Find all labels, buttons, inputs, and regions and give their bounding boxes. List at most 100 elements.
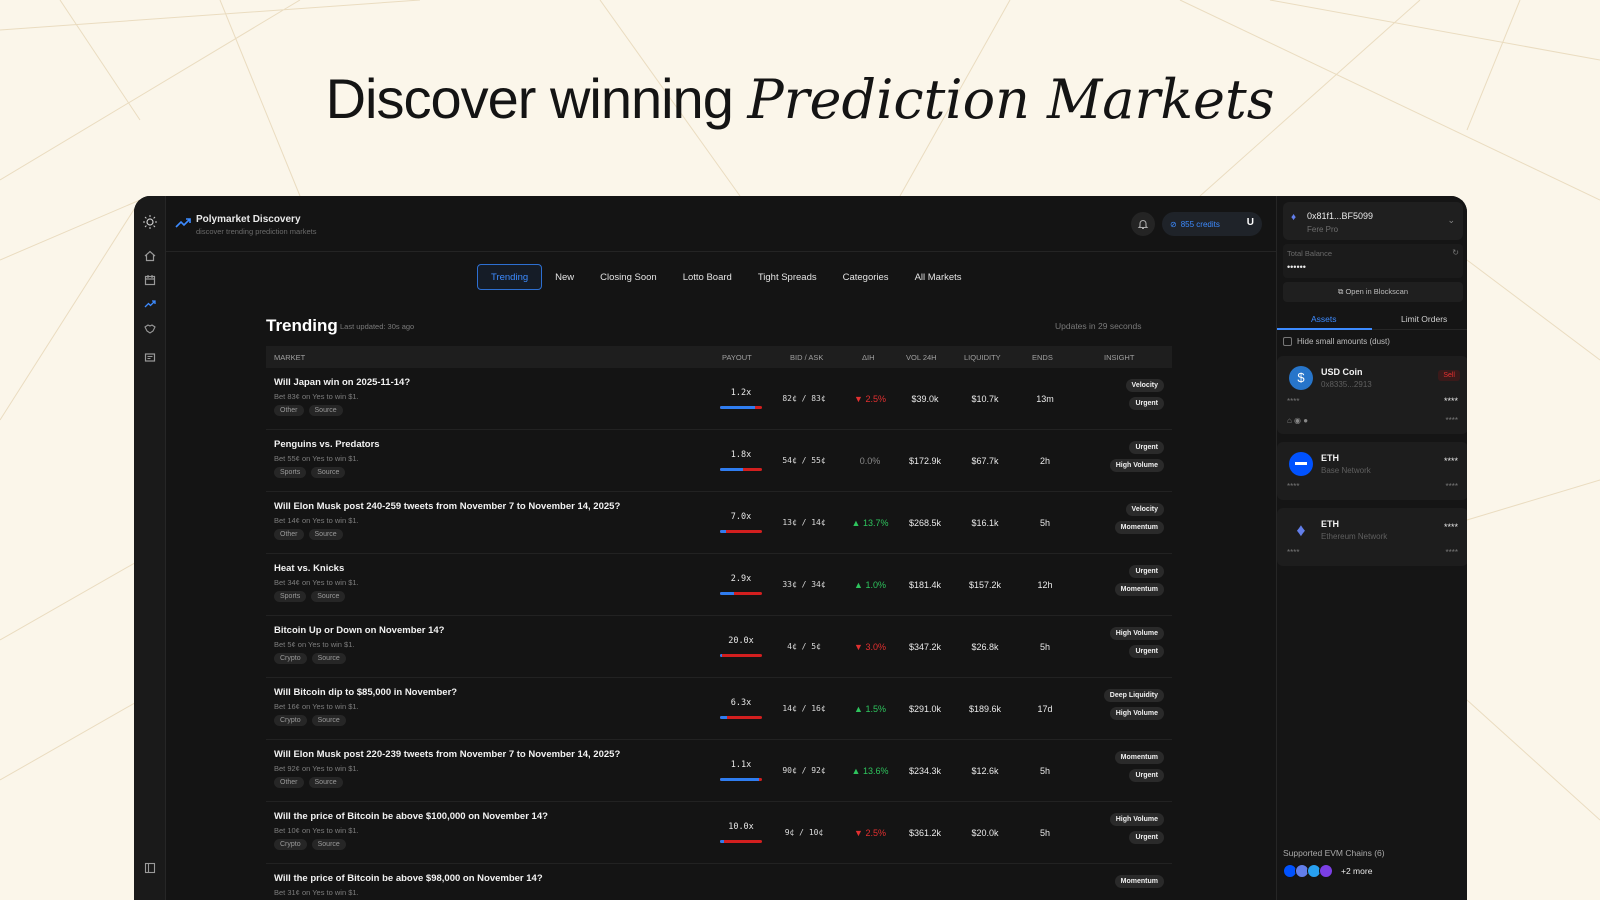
tag-list: Sports Source <box>274 591 346 602</box>
tab-assets[interactable]: Assets <box>1311 314 1337 324</box>
notifications-button[interactable] <box>1131 212 1155 236</box>
open-blockscan-button[interactable]: ⧉ Open in Blockscan <box>1283 282 1463 302</box>
market-question[interactable]: Will Japan win on 2025-11-14? <box>274 377 410 388</box>
payout-bar-fill <box>720 716 727 719</box>
table-row[interactable]: Will Japan win on 2025-11-14? Bet 83¢ on … <box>266 368 1172 430</box>
hide-dust-label: Hide small amounts (dust) <box>1297 337 1390 346</box>
tag[interactable]: Source <box>311 839 346 850</box>
tag[interactable]: Other <box>274 405 304 416</box>
wallet-tabs: Assets Limit Orders <box>1277 308 1467 330</box>
bid-ask: 90¢ / 92¢ <box>782 766 826 775</box>
tab-trending[interactable]: Trending <box>477 264 543 290</box>
bid-ask: 54¢ / 55¢ <box>782 456 826 465</box>
tag[interactable]: Source <box>311 467 346 478</box>
ends-in: 5h <box>1039 766 1050 776</box>
insight-badges: Velocity Urgent <box>1125 379 1164 410</box>
table-row[interactable]: Penguins vs. Predators Bet 55¢ on Yes to … <box>266 430 1172 492</box>
tag[interactable]: Source <box>311 653 346 664</box>
asset-network: Base Network <box>1321 466 1371 475</box>
sidebar-toggle-icon[interactable] <box>142 860 158 876</box>
insight-badge: Urgent <box>1129 565 1164 578</box>
home-icon[interactable] <box>142 248 158 264</box>
tag[interactable]: Source <box>311 715 346 726</box>
chat-icon[interactable] <box>142 350 158 366</box>
user-avatar[interactable]: U <box>1247 217 1254 228</box>
col-ends[interactable]: ENDS <box>1032 353 1053 362</box>
asset-left-value: **** <box>1287 397 1300 406</box>
asset-right-value: **** <box>1445 482 1458 491</box>
ends-in: 2h <box>1039 456 1050 466</box>
tag[interactable]: Source <box>308 405 343 416</box>
hide-dust-toggle[interactable]: Hide small amounts (dust) <box>1283 337 1390 346</box>
col-liquidity[interactable]: LIQUIDITY <box>964 353 1001 362</box>
market-question[interactable]: Will the price of Bitcoin be above $100,… <box>274 811 548 822</box>
bet-hint: Bet 31¢ on Yes to win $1. <box>274 888 359 897</box>
col-payout[interactable]: PAYOUT <box>722 353 752 362</box>
table-header: MARKET PAYOUT BID / ASK ΔIH VOL 24H LIQU… <box>266 346 1172 368</box>
tag[interactable]: Sports <box>274 467 307 478</box>
table-row[interactable]: Will the price of Bitcoin be above $98,0… <box>266 864 1172 900</box>
tag[interactable]: Other <box>274 529 304 540</box>
tag[interactable]: Crypto <box>274 653 307 664</box>
volume-24h: $172.9k <box>908 456 942 466</box>
payout-value: 10.0x <box>728 822 754 832</box>
checkbox[interactable] <box>1283 337 1292 346</box>
wallet-selector[interactable]: ♦ 0x81f1...BF5099 Fere Pro ⌄ <box>1283 202 1463 240</box>
calendar-icon[interactable] <box>142 272 158 288</box>
trending-icon[interactable] <box>142 296 158 312</box>
asset-address: 0x8335...2913 <box>1321 380 1372 389</box>
credits-pill[interactable]: ⊘ 855 credits U <box>1162 212 1262 236</box>
chain-icons-row[interactable]: +2 more <box>1283 864 1372 878</box>
insight-badge: Momentum <box>1114 751 1164 764</box>
market-question[interactable]: Penguins vs. Predators <box>274 439 380 450</box>
tag[interactable]: Crypto <box>274 839 307 850</box>
col-delta[interactable]: ΔIH <box>862 353 875 362</box>
sun-logo-icon[interactable] <box>142 214 158 230</box>
asset-card-eth-base[interactable]: ETH Base Network **** **** **** <box>1277 442 1467 500</box>
table-row[interactable]: Will Elon Musk post 240-259 tweets from … <box>266 492 1172 554</box>
ends-in: 5h <box>1039 518 1050 528</box>
table-row[interactable]: Will Bitcoin dip to $85,000 in November?… <box>266 678 1172 740</box>
tab-all-markets[interactable]: All Markets <box>902 264 975 290</box>
more-chains[interactable]: +2 more <box>1341 866 1372 876</box>
tab-limit-orders[interactable]: Limit Orders <box>1401 314 1447 324</box>
table-row[interactable]: Bitcoin Up or Down on November 14? Bet 5¢… <box>266 616 1172 678</box>
market-question[interactable]: Will the price of Bitcoin be above $98,0… <box>274 873 543 884</box>
asset-name: ETH <box>1321 519 1339 529</box>
table-row[interactable]: Will the price of Bitcoin be above $100,… <box>266 802 1172 864</box>
tab-categories[interactable]: Categories <box>830 264 902 290</box>
col-market[interactable]: MARKET <box>274 353 305 362</box>
market-question[interactable]: Will Elon Musk post 220-239 tweets from … <box>274 749 620 760</box>
market-question[interactable]: Bitcoin Up or Down on November 14? <box>274 625 445 636</box>
market-question[interactable]: Will Elon Musk post 240-259 tweets from … <box>274 501 620 512</box>
tag[interactable]: Source <box>308 777 343 788</box>
asset-card-eth-mainnet[interactable]: ♦ ETH Ethereum Network **** **** **** <box>1277 508 1467 566</box>
col-bid-ask[interactable]: BID / ASK <box>790 353 823 362</box>
tag[interactable]: Sports <box>274 591 307 602</box>
sell-button[interactable]: Sell <box>1438 370 1460 381</box>
table-row[interactable]: Will Elon Musk post 220-239 tweets from … <box>266 740 1172 802</box>
tag[interactable]: Other <box>274 777 304 788</box>
tag[interactable]: Source <box>308 529 343 540</box>
asset-card-usdc[interactable]: $ USD Coin 0x8335...2913 Sell **** **** … <box>1277 356 1467 434</box>
ethereum-icon: ♦ <box>1296 520 1306 540</box>
market-question[interactable]: Heat vs. Knicks <box>274 563 344 574</box>
col-vol[interactable]: VOL 24H <box>906 353 937 362</box>
col-insight[interactable]: INSIGHT <box>1104 353 1134 362</box>
tab-new[interactable]: New <box>542 264 587 290</box>
bet-hint: Bet 83¢ on Yes to win $1. <box>274 392 359 401</box>
tag[interactable]: Source <box>311 591 346 602</box>
insight-badge: Urgent <box>1129 769 1164 782</box>
market-question[interactable]: Will Bitcoin dip to $85,000 in November? <box>274 687 457 698</box>
payout-bar <box>720 468 762 471</box>
table-row[interactable]: Heat vs. Knicks Bet 34¢ on Yes to win $1.… <box>266 554 1172 616</box>
tag[interactable]: Crypto <box>274 715 307 726</box>
refresh-icon[interactable]: ↻ <box>1452 248 1459 257</box>
tab-lotto-board[interactable]: Lotto Board <box>670 264 745 290</box>
handshake-icon[interactable] <box>142 321 158 337</box>
section-title: Trending <box>266 316 338 335</box>
tab-closing-soon[interactable]: Closing Soon <box>587 264 670 290</box>
tab-tight-spreads[interactable]: Tight Spreads <box>745 264 830 290</box>
volume-24h: $268.5k <box>908 518 942 528</box>
insight-badge: Urgent <box>1129 645 1164 658</box>
